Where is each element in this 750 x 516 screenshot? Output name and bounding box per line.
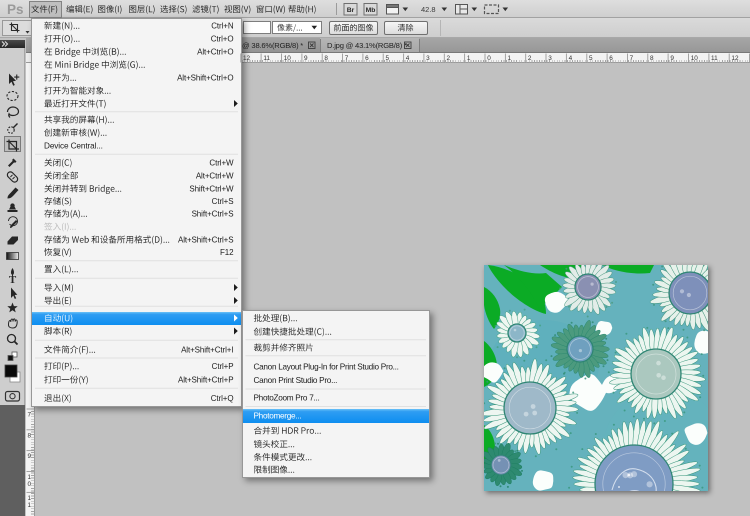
svg-text:1: 1 xyxy=(28,474,32,481)
svg-text:6: 6 xyxy=(609,55,613,62)
svg-text:5: 5 xyxy=(385,55,389,62)
svg-text:1: 1 xyxy=(508,55,512,62)
svg-text:1: 1 xyxy=(28,502,32,509)
svg-text:Shift+Ctrl+W: Shift+Ctrl+W xyxy=(189,185,234,194)
svg-text:Alt+Shift+Ctrl+S: Alt+Shift+Ctrl+S xyxy=(178,236,234,245)
svg-text:Ctrl+P: Ctrl+P xyxy=(212,362,234,371)
svg-text:7: 7 xyxy=(630,55,634,62)
svg-text:Device Central...: Device Central... xyxy=(44,142,103,151)
svg-text:12: 12 xyxy=(731,55,739,62)
svg-text:Alt+Shift+Ctrl+O: Alt+Shift+Ctrl+O xyxy=(177,74,233,83)
svg-text:3: 3 xyxy=(548,55,552,62)
svg-text:Ctrl+Q: Ctrl+Q xyxy=(211,394,234,403)
svg-text:11: 11 xyxy=(263,55,270,62)
svg-text:Alt+Shift+Ctrl+I: Alt+Shift+Ctrl+I xyxy=(181,346,233,355)
svg-text:9: 9 xyxy=(670,55,674,62)
svg-text:T: T xyxy=(9,274,17,286)
svg-text:4: 4 xyxy=(406,55,410,62)
svg-text:2: 2 xyxy=(528,55,532,62)
svg-text:Photomerge...: Photomerge... xyxy=(254,412,302,421)
svg-text:4: 4 xyxy=(569,55,573,62)
svg-text:8: 8 xyxy=(28,432,32,439)
svg-text:@ 38.6%(RGB/8) *: @ 38.6%(RGB/8) * xyxy=(242,41,303,50)
svg-text:0: 0 xyxy=(28,481,32,488)
svg-text:10: 10 xyxy=(691,55,699,62)
svg-text:Shift+Ctrl+S: Shift+Ctrl+S xyxy=(192,210,234,219)
svg-text:Ctrl+W: Ctrl+W xyxy=(209,159,234,168)
svg-text:Ctrl+S: Ctrl+S xyxy=(212,197,234,206)
svg-text:Ps: Ps xyxy=(7,2,24,17)
svg-text:9: 9 xyxy=(28,453,32,460)
svg-text:Alt+Ctrl+W: Alt+Ctrl+W xyxy=(196,172,234,181)
svg-text:12: 12 xyxy=(243,55,251,62)
svg-text:Alt+Ctrl+O: Alt+Ctrl+O xyxy=(197,48,233,57)
svg-text:D.jpg @ 43.1%(RGB/8) *: D.jpg @ 43.1%(RGB/8) * xyxy=(327,41,407,50)
svg-text:Mb: Mb xyxy=(366,7,376,14)
svg-text:1: 1 xyxy=(467,55,471,62)
svg-text:7: 7 xyxy=(345,55,349,62)
svg-text:42.8: 42.8 xyxy=(421,5,436,14)
svg-text:0: 0 xyxy=(487,55,491,62)
svg-text:PhotoZoom Pro 7...: PhotoZoom Pro 7... xyxy=(254,394,320,403)
svg-text:Canon Print Studio Pro...: Canon Print Studio Pro... xyxy=(254,376,338,385)
svg-text:5: 5 xyxy=(589,55,593,62)
svg-text:9: 9 xyxy=(304,55,308,62)
svg-text:7: 7 xyxy=(28,411,32,418)
svg-text:Br: Br xyxy=(347,7,355,14)
svg-text:3: 3 xyxy=(426,55,430,62)
svg-text:11: 11 xyxy=(711,55,718,62)
svg-text:8: 8 xyxy=(650,55,654,62)
svg-text:Canon Layout Plug-In for Print: Canon Layout Plug-In for Print Studio Pr… xyxy=(254,363,399,372)
svg-text:1: 1 xyxy=(28,495,32,502)
svg-text:Alt+Shift+Ctrl+P: Alt+Shift+Ctrl+P xyxy=(178,376,234,385)
svg-text:Ctrl+O: Ctrl+O xyxy=(211,35,234,44)
svg-text:10: 10 xyxy=(284,55,292,62)
svg-text:F12: F12 xyxy=(220,248,234,257)
svg-text:8: 8 xyxy=(324,55,328,62)
svg-text:Ctrl+N: Ctrl+N xyxy=(211,22,234,31)
svg-text:2: 2 xyxy=(447,55,451,62)
svg-text:6: 6 xyxy=(365,55,369,62)
